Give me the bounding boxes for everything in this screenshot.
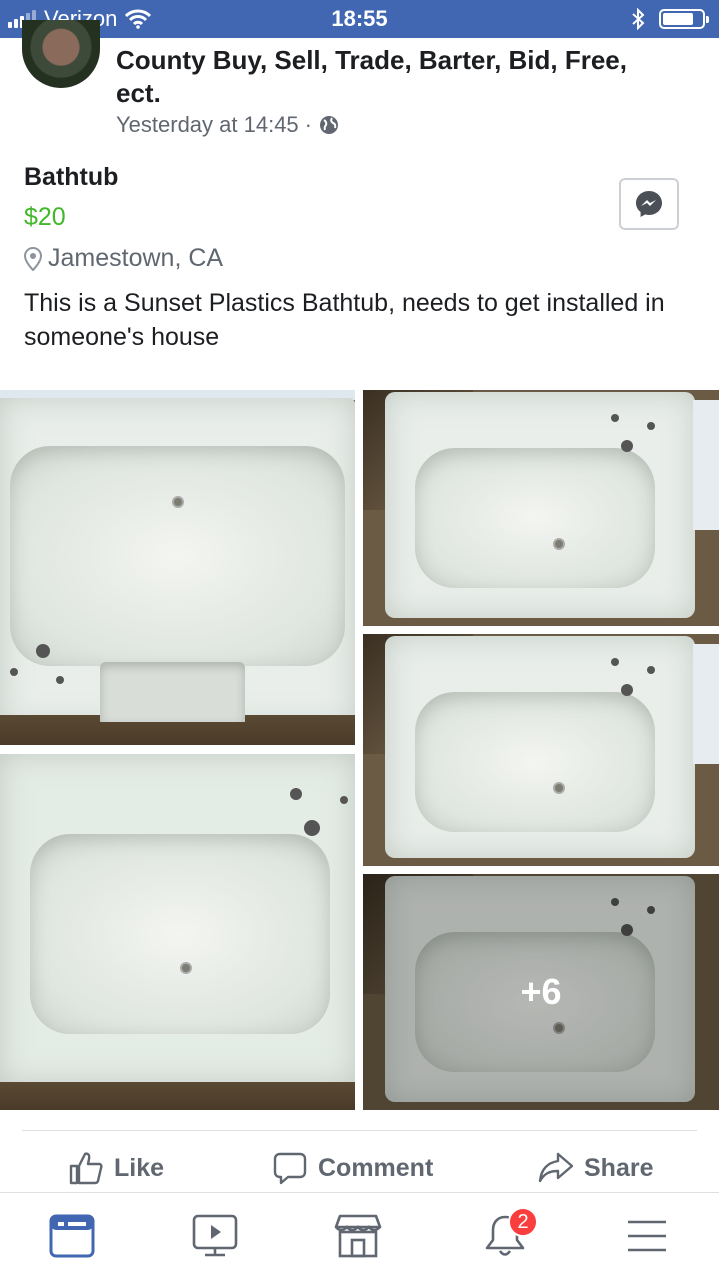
nav-watch[interactable] [190, 1213, 240, 1259]
meta-separator: · [304, 112, 312, 137]
listing-photo-2[interactable] [363, 390, 719, 626]
listing-photo-3[interactable] [363, 634, 719, 866]
listing-location: Jamestown, CA [24, 244, 223, 273]
battery-icon [659, 9, 709, 29]
nav-marketplace[interactable] [333, 1213, 383, 1259]
location-pin-icon [24, 246, 42, 271]
post-meta: Yesterday at 14:45 · [116, 112, 340, 138]
bottom-nav: 2 [0, 1192, 719, 1279]
messenger-icon [636, 191, 662, 217]
messenger-button[interactable] [619, 178, 679, 230]
news-feed-icon [49, 1214, 95, 1258]
group-name-link[interactable]: County Buy, Sell, Trade, Barter, Bid, Fr… [116, 44, 636, 110]
share-icon [538, 1152, 574, 1183]
comment-button[interactable]: Comment [272, 1148, 433, 1188]
globe-icon [320, 116, 338, 134]
marketplace-shop-icon [334, 1214, 382, 1258]
share-button[interactable]: Share [538, 1148, 653, 1188]
post-timestamp[interactable]: Yesterday at 14:45 [116, 112, 299, 138]
notification-badge: 2 [508, 1207, 538, 1237]
listing-photo-4[interactable] [0, 754, 355, 1110]
status-time: 18:55 [331, 6, 388, 31]
nav-news-feed[interactable] [47, 1213, 97, 1259]
comment-label: Comment [318, 1153, 434, 1182]
nav-menu[interactable] [622, 1213, 672, 1259]
thumbs-up-icon [69, 1152, 103, 1185]
location-text: Jamestown, CA [48, 244, 224, 272]
more-photos-count: +6 [520, 971, 562, 1012]
nav-notifications[interactable]: 2 [480, 1207, 538, 1259]
like-button[interactable]: Like [68, 1148, 164, 1188]
listing-photo-1[interactable] [0, 390, 355, 745]
status-right [631, 6, 709, 32]
listing-price: $20 [24, 203, 66, 231]
listing-description: This is a Sunset Plastics Bathtub, needs… [24, 289, 665, 351]
hamburger-menu-icon [628, 1220, 666, 1252]
status-bar: Verizon 18:55 [0, 0, 719, 38]
bluetooth-icon [632, 8, 645, 30]
action-divider [22, 1130, 697, 1131]
comment-icon [273, 1152, 307, 1185]
watch-video-icon [192, 1214, 238, 1257]
group-avatar[interactable] [22, 20, 100, 88]
more-photos-overlay[interactable]: +6 [363, 874, 719, 1110]
listing-photo-5[interactable]: +6 [363, 874, 719, 1110]
like-label: Like [114, 1153, 165, 1182]
listing-title: Bathtub [24, 163, 119, 191]
share-label: Share [584, 1153, 654, 1182]
